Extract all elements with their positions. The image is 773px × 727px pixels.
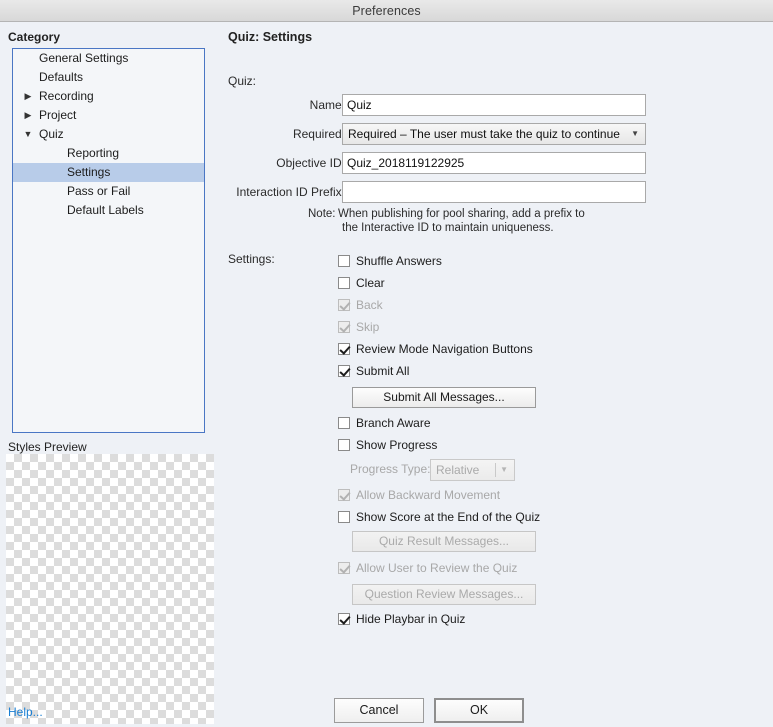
- progress-type-select: Relative ▼: [430, 459, 515, 481]
- checkmark-icon: [338, 299, 350, 311]
- checkbox-label: Shuffle Answers: [356, 254, 442, 268]
- sidebar-item-reporting[interactable]: Reporting: [13, 144, 204, 163]
- quiz-group-label: Quiz:: [228, 74, 257, 88]
- styles-preview-canvas: [6, 454, 214, 724]
- sidebar-item-recording[interactable]: ▶ Recording: [13, 87, 204, 106]
- sidebar-item-label: Defaults: [39, 70, 84, 84]
- required-select[interactable]: Required – The user must take the quiz t…: [342, 123, 646, 145]
- checkmark-icon[interactable]: [338, 343, 350, 355]
- checkbox-submit-all[interactable]: Submit All: [338, 362, 409, 380]
- progress-type-value: Relative: [436, 463, 480, 477]
- sidebar-item-project[interactable]: ▶ Project: [13, 106, 204, 125]
- sidebar-item-default-labels[interactable]: Default Labels: [13, 201, 204, 220]
- checkbox-label: Allow User to Review the Quiz: [356, 561, 518, 575]
- sidebar-item-quiz[interactable]: ▼ Quiz: [13, 125, 204, 144]
- name-field-row: Name:: [220, 94, 650, 116]
- sidebar-item-label: Quiz: [39, 127, 64, 141]
- checkbox-allow-user-to-review-the-quiz: Allow User to Review the Quiz: [338, 559, 517, 577]
- category-heading: Category: [8, 30, 61, 44]
- checkbox-skip: Skip: [338, 318, 379, 336]
- checkbox-label: Allow Backward Movement: [356, 488, 501, 502]
- chevron-right-icon[interactable]: ▶: [22, 87, 34, 106]
- checkbox-label: Hide Playbar in Quiz: [356, 612, 466, 626]
- settings-group-label: Settings:: [228, 252, 275, 266]
- sidebar-item-general-settings[interactable]: General Settings: [13, 49, 204, 68]
- checkbox-empty-icon[interactable]: [338, 255, 350, 267]
- chevron-right-icon[interactable]: ▶: [22, 106, 34, 125]
- name-label: Name:: [309, 98, 345, 112]
- question-review-messages-button: Question Review Messages...: [352, 584, 536, 605]
- window-title-bar: Preferences: [0, 0, 773, 22]
- ok-button[interactable]: OK: [434, 698, 524, 723]
- checkbox-label: Skip: [356, 320, 380, 334]
- checkbox-allow-backward-movement: Allow Backward Movement: [338, 486, 500, 504]
- checkbox-shuffle-answers[interactable]: Shuffle Answers: [338, 252, 442, 270]
- window-title: Preferences: [352, 3, 421, 18]
- interaction-id-prefix-label: Interaction ID Prefix:: [236, 185, 345, 199]
- sidebar-item-label: General Settings: [39, 51, 129, 65]
- page-title: Quiz: Settings: [228, 30, 313, 44]
- checkbox-label: Show Progress: [356, 438, 438, 452]
- checkmark-icon: [338, 562, 350, 574]
- checkbox-review-mode-navigation-buttons[interactable]: Review Mode Navigation Buttons: [338, 340, 533, 358]
- chevron-down-icon: ▼: [500, 465, 508, 474]
- note-block: Note: When publishing for pool sharing, a…: [308, 207, 648, 235]
- checkbox-empty-icon[interactable]: [338, 417, 350, 429]
- note-line-2: the Interactive ID to maintain uniquenes…: [342, 222, 554, 234]
- checkbox-show-score-at-the-end-of-the-quiz[interactable]: Show Score at the End of the Quiz: [338, 508, 540, 526]
- checkbox-back: Back: [338, 296, 383, 314]
- checkmark-icon[interactable]: [338, 613, 350, 625]
- checkbox-label: Back: [356, 298, 383, 312]
- chevron-down-icon[interactable]: ▼: [22, 125, 34, 144]
- required-field-row: Required: Required – The user must take …: [220, 123, 650, 145]
- note-text-1: When publishing for pool sharing, add a …: [338, 208, 585, 220]
- sidebar-item-defaults[interactable]: Defaults: [13, 68, 204, 87]
- interaction-id-prefix-field-row: Interaction ID Prefix:: [220, 181, 650, 203]
- sidebar-item-settings[interactable]: Settings: [13, 163, 204, 182]
- sidebar-item-label: Reporting: [67, 146, 120, 160]
- checkbox-empty-icon[interactable]: [338, 277, 350, 289]
- note-line-1: Note: When publishing for pool sharing, a…: [308, 207, 648, 221]
- checkbox-empty-icon[interactable]: [338, 511, 350, 523]
- required-label: Required:: [292, 127, 345, 141]
- quiz-result-messages-button: Quiz Result Messages...: [352, 531, 536, 552]
- checkmark-icon: [338, 489, 350, 501]
- settings-panel: Quiz: Settings Quiz: Name: Required: Req…: [220, 22, 773, 727]
- sidebar-item-label: Settings: [67, 165, 111, 179]
- objective-id-input[interactable]: [342, 152, 646, 174]
- checkbox-label: Submit All: [356, 364, 410, 378]
- required-select-value: Required – The user must take the quiz t…: [348, 127, 620, 141]
- checkbox-clear[interactable]: Clear: [338, 274, 385, 292]
- checkbox-label: Show Score at the End of the Quiz: [356, 510, 541, 524]
- checkbox-label: Branch Aware: [356, 416, 431, 430]
- checkbox-branch-aware[interactable]: Branch Aware: [338, 414, 431, 432]
- category-panel: Category General Settings Defaults ▶ Record…: [0, 22, 220, 727]
- styles-preview-label: Styles Preview: [8, 440, 87, 454]
- checkmark-icon: [338, 321, 350, 333]
- objective-id-field-row: Objective ID:: [220, 152, 650, 174]
- checkbox-empty-icon[interactable]: [338, 439, 350, 451]
- name-input[interactable]: [342, 94, 646, 116]
- checkbox-label: Clear: [356, 276, 385, 290]
- checkbox-hide-playbar-in-quiz[interactable]: Hide Playbar in Quiz: [338, 610, 465, 628]
- category-tree[interactable]: General Settings Defaults ▶ Recording ▶ Proje…: [12, 48, 205, 433]
- checkbox-show-progress[interactable]: Show Progress: [338, 436, 437, 454]
- interaction-id-prefix-input[interactable]: [342, 181, 646, 203]
- checkmark-icon[interactable]: [338, 365, 350, 377]
- sidebar-item-label: Default Labels: [67, 203, 144, 217]
- chevron-down-icon: ▼: [631, 129, 639, 138]
- note-key: Note:: [308, 208, 336, 220]
- help-link[interactable]: Help...: [8, 705, 43, 719]
- sidebar-item-label: Pass or Fail: [67, 184, 131, 198]
- cancel-button[interactable]: Cancel: [334, 698, 424, 723]
- select-separator: [495, 463, 496, 477]
- progress-type-label: Progress Type:: [350, 462, 431, 476]
- preferences-dialog-body: Category General Settings Defaults ▶ Record…: [0, 22, 773, 727]
- objective-id-label: Objective ID:: [276, 156, 345, 170]
- checkbox-label: Review Mode Navigation Buttons: [356, 342, 533, 356]
- submit-all-messages-button[interactable]: Submit All Messages...: [352, 387, 536, 408]
